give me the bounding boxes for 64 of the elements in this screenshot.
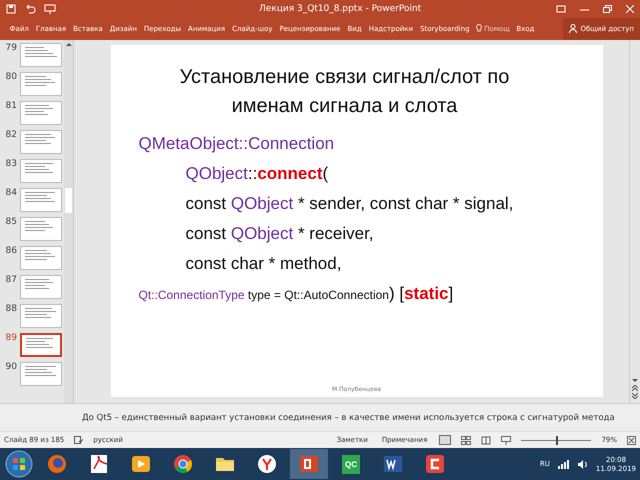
presentation-icon[interactable] <box>501 436 512 445</box>
slide-number: 87 <box>4 274 17 285</box>
slide-number: 82 <box>4 130 17 140</box>
slide-thumbnail[interactable] <box>20 362 62 386</box>
grid-view-icon[interactable] <box>461 436 472 445</box>
slide-number: 80 <box>4 72 17 82</box>
slide-thumbnail[interactable] <box>20 130 62 154</box>
slide-number: 89 <box>4 332 17 343</box>
slide-number: 81 <box>4 100 17 111</box>
qc-app-button[interactable]: QC <box>332 449 370 480</box>
scrollbar-thumb[interactable] <box>65 188 72 213</box>
start-button[interactable] <box>4 449 34 480</box>
code-line: QObject::connect( <box>184 162 330 185</box>
code-line: const char * method, <box>184 252 342 275</box>
slide-number: 88 <box>4 304 17 314</box>
slide-thumbnail[interactable] <box>20 332 62 357</box>
restore-icon[interactable] <box>603 4 612 13</box>
notes-text[interactable]: До Qt5 – единственный вариант установки соединения – в качестве имени используется строка с сигнатурой метода <box>0 403 640 432</box>
code-line: const QObject * receiver, <box>184 222 375 245</box>
scrollbar[interactable] <box>629 40 640 404</box>
slide-thumbnail[interactable] <box>20 42 62 67</box>
taskbar-app-button[interactable] <box>290 449 328 480</box>
slide-thumbnail[interactable] <box>20 72 62 96</box>
code-line: QMetaObject::Connection <box>138 132 336 155</box>
browser-icon <box>256 453 278 476</box>
slide-thumbnail[interactable] <box>20 188 62 212</box>
recorder-icon <box>424 453 446 476</box>
slide-thumbnail[interactable] <box>20 304 62 328</box>
spellcheck-icon[interactable] <box>74 436 84 444</box>
ribbon-display-icon[interactable] <box>556 4 566 13</box>
slide-thumbnail[interactable] <box>20 274 62 299</box>
window-title: Лекция 3_Qt10_8.pptx - PowerPoint <box>258 4 422 14</box>
slide-title: Установление связи сигнал/слот по именам сигнала и слота <box>178 64 510 119</box>
scroll-down-icon[interactable] <box>632 378 638 384</box>
code-line: Qt::ConnectionType type = Qt::AutoConnection) [static] <box>138 282 454 305</box>
firefox-icon <box>46 453 68 476</box>
reading-view-icon[interactable] <box>481 436 492 445</box>
speaker-icon[interactable] <box>578 460 588 469</box>
slide-number: 84 <box>4 188 17 198</box>
scrollbar[interactable] <box>64 40 73 404</box>
slide-thumbnail[interactable] <box>20 158 62 183</box>
lightbulb-icon[interactable] <box>476 24 482 34</box>
normal-view-icon[interactable] <box>439 435 452 446</box>
slide-thumbnail[interactable] <box>20 100 62 125</box>
slideshow-icon[interactable] <box>44 4 56 14</box>
pdf-icon <box>88 453 110 476</box>
slide-number: 79 <box>4 42 17 53</box>
slide-number: 86 <box>4 246 17 256</box>
next-slide-icon[interactable] <box>632 393 638 400</box>
undo-icon[interactable] <box>24 4 36 14</box>
save-icon[interactable] <box>6 4 16 14</box>
chrome-icon <box>172 453 194 476</box>
slide-number: 83 <box>4 158 17 169</box>
network-icon[interactable] <box>558 460 570 469</box>
slide-thumbnail[interactable] <box>20 246 62 270</box>
slide-number: 85 <box>4 216 17 227</box>
person-icon <box>569 24 578 34</box>
slide-number: 90 <box>4 362 17 372</box>
previous-slide-icon[interactable] <box>632 385 638 392</box>
fit-slide-icon[interactable] <box>627 436 636 445</box>
code-line: const QObject * sender, const char * signal, <box>184 192 514 215</box>
zoom-slider-thumb[interactable] <box>556 436 558 445</box>
close-icon[interactable] <box>626 4 634 13</box>
slide-thumbnail[interactable] <box>20 216 62 241</box>
